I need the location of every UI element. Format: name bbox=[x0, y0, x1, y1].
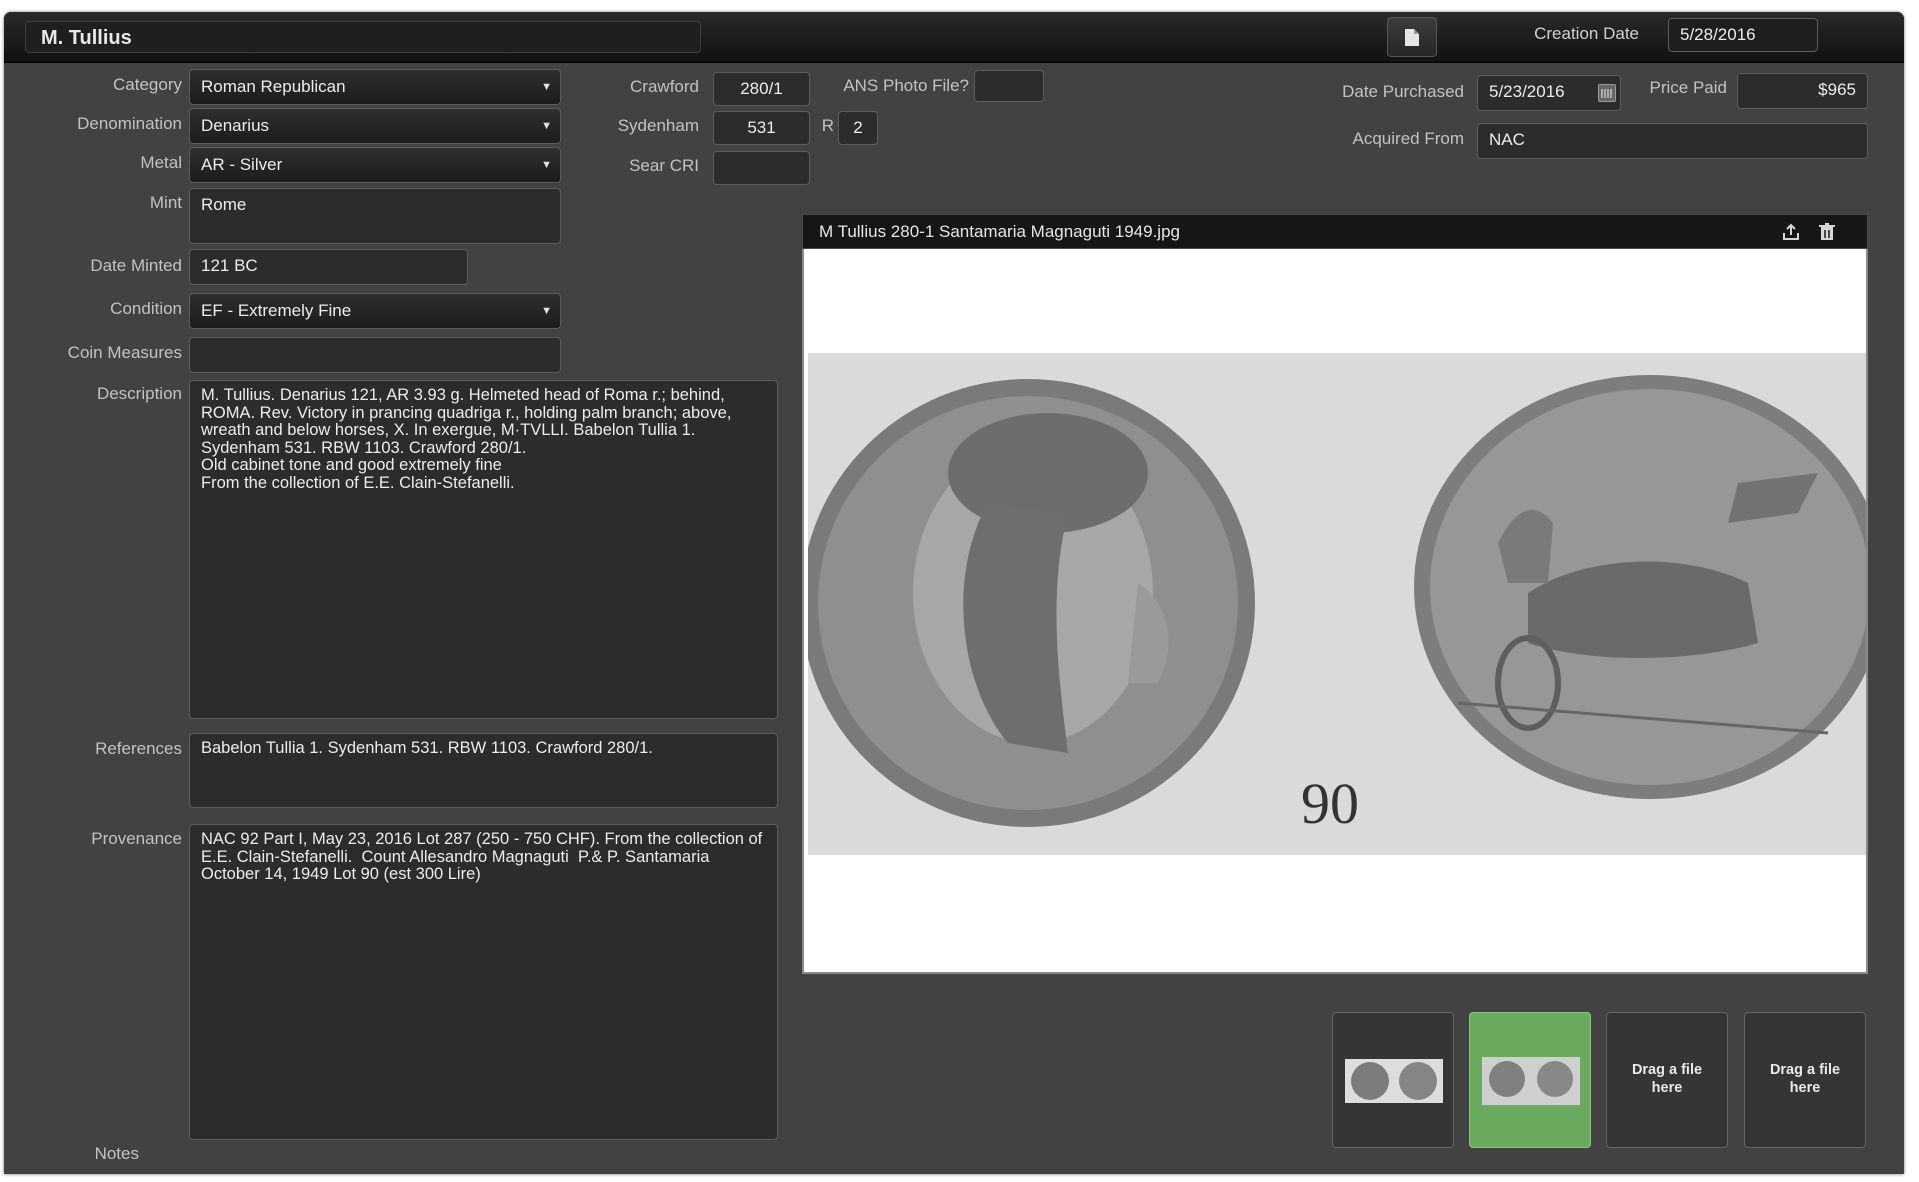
metal-label: Metal bbox=[140, 153, 182, 172]
ans-photo-field[interactable] bbox=[974, 70, 1044, 102]
image-viewer-canvas: 90 bbox=[802, 249, 1868, 974]
file-drop-zone-2[interactable]: Drag a file here bbox=[1744, 1012, 1866, 1148]
category-select[interactable]: Roman Republican ▼ bbox=[189, 69, 561, 105]
denomination-select[interactable]: Denarius ▼ bbox=[189, 108, 561, 144]
date-purchased-field[interactable]: 5/23/2016 bbox=[1477, 75, 1621, 111]
coin-thumbnail-image bbox=[1482, 1057, 1580, 1105]
dropdown-arrow-icon: ▼ bbox=[541, 120, 552, 132]
coin-photo: 90 bbox=[808, 353, 1866, 855]
category-value: Roman Republican bbox=[201, 77, 346, 96]
rarity-label: R bbox=[821, 116, 834, 135]
creation-date-field[interactable]: 5/28/2016 bbox=[1668, 18, 1818, 52]
sear-cri-label: Sear CRI bbox=[629, 156, 699, 175]
document-icon bbox=[1405, 29, 1419, 46]
date-minted-label: Date Minted bbox=[90, 256, 182, 275]
provenance-textarea[interactable]: NAC 92 Part I, May 23, 2016 Lot 287 (250… bbox=[189, 824, 778, 1140]
sydenham-label: Sydenham bbox=[617, 116, 699, 135]
sydenham-field[interactable]: 531 bbox=[713, 111, 810, 145]
crawford-field[interactable]: 280/1 bbox=[713, 72, 810, 106]
coin-thumbnail-image bbox=[1345, 1059, 1443, 1103]
denomination-value: Denarius bbox=[201, 116, 270, 135]
image-filename: M Tullius 280-1 Santamaria Magnaguti 194… bbox=[819, 222, 1180, 241]
image-viewer: M Tullius 280-1 Santamaria Magnaguti 194… bbox=[802, 214, 1868, 974]
image-viewer-header: M Tullius 280-1 Santamaria Magnaguti 194… bbox=[802, 214, 1868, 249]
crawford-label: Crawford bbox=[630, 77, 699, 96]
date-purchased-label: Date Purchased bbox=[1342, 82, 1464, 101]
category-label: Category bbox=[113, 75, 182, 94]
notes-label: Notes bbox=[94, 1144, 139, 1163]
price-paid-label: Price Paid bbox=[1649, 78, 1727, 97]
document-button[interactable] bbox=[1387, 17, 1437, 57]
drop-zone-label: Drag a file here bbox=[1769, 1062, 1841, 1096]
denomination-label: Denomination bbox=[77, 114, 182, 133]
photo-caption: 90 bbox=[1301, 771, 1359, 836]
thumbnail-1[interactable] bbox=[1332, 1012, 1454, 1148]
thumbnail-2-selected[interactable] bbox=[1469, 1012, 1591, 1148]
condition-label: Condition bbox=[110, 299, 182, 318]
title-bar: M. Tullius Creation Date 5/28/2016 bbox=[4, 12, 1904, 63]
metal-select[interactable]: AR - Silver ▼ bbox=[189, 147, 561, 183]
description-label: Description bbox=[96, 384, 182, 403]
references-label: References bbox=[95, 739, 182, 758]
ans-photo-label: ANS Photo File? bbox=[843, 76, 969, 95]
price-paid-field[interactable]: $965 bbox=[1737, 73, 1868, 109]
mint-label: Mint bbox=[149, 193, 182, 212]
rarity-field[interactable]: 2 bbox=[838, 111, 878, 145]
condition-select[interactable]: EF - Extremely Fine ▼ bbox=[189, 293, 561, 329]
calendar-icon[interactable] bbox=[1598, 84, 1616, 102]
description-textarea[interactable]: M. Tullius. Denarius 121, AR 3.93 g. Hel… bbox=[189, 380, 778, 719]
condition-value: EF - Extremely Fine bbox=[201, 301, 352, 320]
export-icon[interactable] bbox=[1780, 221, 1802, 243]
file-drop-zone-1[interactable]: Drag a file here bbox=[1606, 1012, 1728, 1148]
date-purchased-value: 5/23/2016 bbox=[1489, 82, 1565, 101]
creation-date-label: Creation Date bbox=[1534, 24, 1639, 43]
dropdown-arrow-icon: ▼ bbox=[541, 159, 552, 171]
provenance-label: Provenance bbox=[91, 829, 182, 848]
coin-measures-field[interactable] bbox=[189, 337, 561, 373]
trash-icon[interactable] bbox=[1816, 221, 1838, 243]
date-minted-field[interactable]: 121 BC bbox=[189, 249, 468, 285]
mint-field[interactable]: Rome bbox=[189, 188, 561, 244]
app-window: M. Tullius Creation Date 5/28/2016 Categ… bbox=[4, 12, 1904, 1174]
sear-cri-field[interactable] bbox=[713, 151, 810, 185]
metal-value: AR - Silver bbox=[201, 155, 283, 174]
dropdown-arrow-icon: ▼ bbox=[541, 81, 552, 93]
acquired-from-label: Acquired From bbox=[1352, 129, 1464, 148]
coin-measures-label: Coin Measures bbox=[67, 343, 182, 362]
dropdown-arrow-icon: ▼ bbox=[541, 305, 552, 317]
record-title-field[interactable]: M. Tullius bbox=[25, 21, 701, 53]
drop-zone-label: Drag a file here bbox=[1631, 1062, 1703, 1096]
references-textarea[interactable]: Babelon Tullia 1. Sydenham 531. RBW 1103… bbox=[189, 733, 778, 808]
acquired-from-field[interactable]: NAC bbox=[1477, 123, 1868, 159]
